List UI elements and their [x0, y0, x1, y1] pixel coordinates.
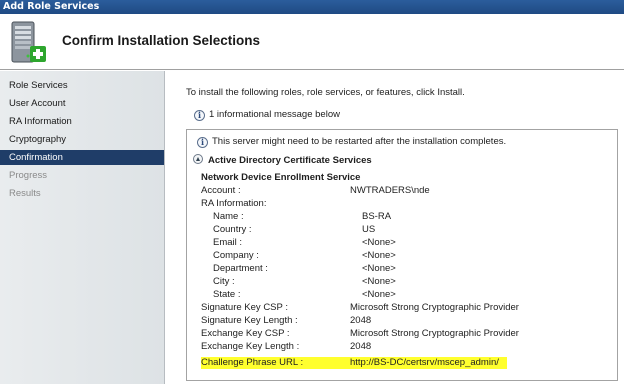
row-label: RA Information:	[201, 198, 267, 209]
row-label: Department :	[213, 263, 268, 274]
row-value: http://BS-DC/certsrv/mscep_admin/	[350, 357, 499, 368]
row-label: Account :	[201, 185, 241, 196]
sidebar-item-role-services[interactable]: Role Services	[0, 78, 164, 93]
restart-warning: i This server might need to be restarted …	[197, 136, 506, 148]
info-icon: i	[197, 137, 208, 148]
subsection-title: Network Device Enrollment Service	[201, 172, 361, 183]
selections-panel[interactable]: i This server might need to be restarted …	[186, 129, 618, 381]
section-title: Active Directory Certificate Services	[208, 155, 372, 166]
row-label: State :	[213, 289, 241, 300]
row-label: Country :	[213, 224, 252, 235]
row-label: Signature Key CSP :	[201, 302, 288, 313]
section-header[interactable]: Active Directory Certificate Services	[193, 154, 372, 166]
intro-text: To install the following roles, role ser…	[186, 87, 465, 98]
row-value: <None>	[362, 263, 396, 274]
row-label: Signature Key Length :	[201, 315, 298, 326]
row-value: 2048	[350, 341, 372, 352]
row-value: 2048	[350, 315, 372, 326]
row-value: Microsoft Strong Cryptographic Provider	[350, 302, 519, 313]
row-value: <None>	[362, 250, 396, 261]
row-value: <None>	[362, 237, 396, 248]
info-icon: i	[194, 110, 205, 121]
sidebar-item-progress: Progress	[9, 170, 48, 181]
row-label: Exchange Key CSP :	[201, 328, 290, 339]
row-label: Email :	[213, 237, 243, 248]
sidebar-item-user-account[interactable]: User Account	[0, 96, 164, 111]
row-value: <None>	[362, 276, 396, 287]
sidebar-item-cryptography[interactable]: Cryptography	[0, 132, 164, 147]
wizard-steps-sidebar: Role Services User Account RA Informatio…	[0, 71, 165, 384]
collapse-icon[interactable]	[193, 154, 203, 164]
main-content: To install the following roles, role ser…	[166, 71, 624, 384]
server-add-icon	[11, 21, 46, 63]
row-value: Microsoft Strong Cryptographic Provider	[350, 328, 519, 339]
info-summary-text: 1 informational message below	[209, 109, 340, 120]
row-label: City :	[213, 276, 235, 287]
sidebar-item-confirmation[interactable]: Confirmation	[0, 150, 164, 165]
row-value: BS-RA	[362, 211, 392, 222]
sidebar-item-results: Results	[9, 188, 41, 199]
row-value: NWTRADERS\nde	[350, 185, 430, 196]
info-summary: i 1 informational message below	[194, 109, 340, 121]
sidebar-item-ra-information[interactable]: RA Information	[0, 114, 164, 129]
row-label: Exchange Key Length :	[201, 341, 300, 352]
row-label: Company :	[213, 250, 259, 261]
wizard-header: Confirm Installation Selections	[0, 14, 624, 70]
page-title: Confirm Installation Selections	[62, 33, 261, 48]
row-label: Name :	[213, 211, 244, 222]
row-value: US	[362, 224, 376, 235]
row-label: Challenge Phrase URL :	[201, 357, 304, 368]
row-value: <None>	[362, 289, 396, 300]
window-title: Add Role Services	[0, 0, 624, 14]
restart-warning-text: This server might need to be restarted a…	[212, 136, 507, 147]
